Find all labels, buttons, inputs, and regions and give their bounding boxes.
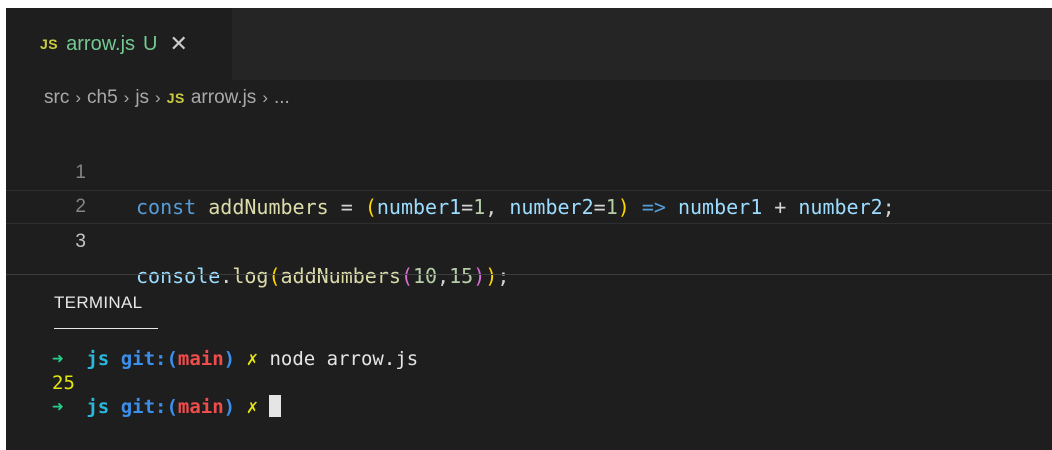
prompt-dir: js xyxy=(86,348,110,370)
terminal-command: node arrow.js xyxy=(269,348,419,370)
tab-filename: arrow.js xyxy=(66,32,136,55)
terminal-output: 25 xyxy=(52,372,75,394)
terminal-cursor xyxy=(269,395,282,417)
editor-window: JS arrow.js U ✕ . src › ch5 › js › JS ar… xyxy=(6,8,1052,450)
prompt-branch: main xyxy=(177,348,224,370)
dirty-icon: ✗ xyxy=(246,348,259,370)
code-line-1[interactable]: 1 const addNumbers = (number1=1, number2… xyxy=(6,122,1052,219)
prompt-paren: ) xyxy=(223,396,236,418)
prompt-arrow-icon: ➜ xyxy=(52,396,64,418)
chevron-right-icon: › xyxy=(262,88,268,107)
prompt-git: git: xyxy=(120,348,167,370)
chevron-right-icon: › xyxy=(155,88,161,107)
chevron-right-icon: › xyxy=(75,88,81,107)
breadcrumb-item-src[interactable]: src xyxy=(44,87,69,109)
dirty-icon: ✗ xyxy=(246,396,259,418)
tab-terminal[interactable]: TERMINAL xyxy=(54,293,142,313)
js-file-icon: JS xyxy=(40,36,59,52)
code-line-3[interactable]: 3 console.log(addNumbers(10,15)); xyxy=(6,190,1052,288)
code-line-2[interactable]: 2 xyxy=(6,156,1052,217)
prompt-dir: js xyxy=(86,396,110,418)
breadcrumb-item-symbols[interactable]: ... xyxy=(274,87,290,109)
breadcrumb: . src › ch5 › js › JS arrow.js › ... xyxy=(6,80,1052,116)
prompt-paren: ( xyxy=(166,396,178,418)
terminal-line: 25 xyxy=(52,371,418,395)
active-tab-indicator xyxy=(54,328,158,329)
prompt-paren: ( xyxy=(166,348,178,370)
breadcrumb-lead: . xyxy=(6,88,7,110)
untracked-badge: U xyxy=(143,32,158,55)
prompt-paren: ) xyxy=(223,348,236,370)
prompt-git: git: xyxy=(120,396,167,418)
close-icon[interactable]: ✕ xyxy=(169,33,187,55)
terminal-line: ➜ js git:(main) ✗ node arrow.js xyxy=(52,347,418,371)
breadcrumb-item-ch5[interactable]: ch5 xyxy=(87,87,118,109)
tab-arrow-js[interactable]: JS arrow.js U ✕ xyxy=(6,8,232,80)
line-number: 3 xyxy=(75,231,86,252)
breadcrumb-item-file[interactable]: arrow.js xyxy=(191,87,256,109)
code-editor[interactable]: 1 const addNumbers = (number1=1, number2… xyxy=(6,116,1052,288)
breadcrumb-item-js[interactable]: js xyxy=(135,87,149,109)
chevron-right-icon: › xyxy=(123,88,130,107)
prompt-branch: main xyxy=(177,396,224,418)
terminal-line: ➜ js git:(main) ✗ xyxy=(52,395,418,419)
terminal[interactable]: ➜ js git:(main) ✗ node arrow.js 25 ➜ js … xyxy=(52,347,418,419)
tab-bar: JS arrow.js U ✕ xyxy=(6,8,1052,80)
bottom-panel: TERMINAL ➜ js git:(main) ✗ node arrow.js… xyxy=(6,274,1052,450)
prompt-arrow-icon: ➜ xyxy=(52,348,64,370)
js-file-icon: JS xyxy=(166,90,185,106)
